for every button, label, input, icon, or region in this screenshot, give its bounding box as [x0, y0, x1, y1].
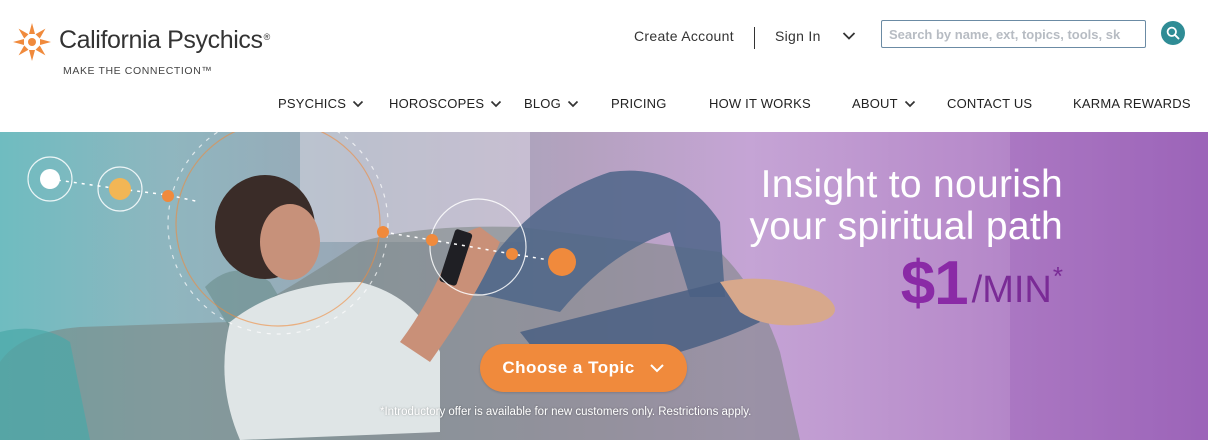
nav-item-pricing[interactable]: PRICING	[611, 96, 667, 111]
choose-topic-label: Choose a Topic	[502, 358, 635, 377]
sign-in-link[interactable]: Sign In	[775, 28, 821, 48]
headline-line-2: your spiritual path	[749, 205, 1063, 248]
headline-line-1: Insight to nourish	[760, 163, 1063, 206]
chevron-down-icon[interactable]	[842, 31, 856, 41]
chevron-down-icon	[491, 100, 502, 107]
brand-name: California Psychics®	[59, 26, 270, 54]
search-button[interactable]	[1161, 21, 1185, 45]
nav-item-horoscopes[interactable]: HOROSCOPES	[389, 96, 502, 111]
nav-item-label: PSYCHICS	[278, 96, 347, 111]
chevron-down-icon	[904, 100, 915, 107]
hero-banner: Insight to nourish your spiritual path $…	[0, 132, 1208, 440]
hero-headline: Insight to nourish your spiritual path	[749, 164, 1063, 248]
price-offer: $1 /MIN *	[900, 249, 1063, 318]
nav-item-how-it-works[interactable]: HOW IT WORKS	[709, 96, 811, 111]
site-header: California Psychics® MAKE THE CONNECTION…	[0, 0, 1208, 132]
nav-item-label: HOW IT WORKS	[709, 96, 811, 111]
nav-item-label: PRICING	[611, 96, 667, 111]
nav-item-contact-us[interactable]: CONTACT US	[947, 96, 1032, 111]
chevron-down-icon	[649, 364, 664, 373]
nav-item-psychics[interactable]: PSYCHICS	[278, 96, 364, 111]
create-account-link[interactable]: Create Account	[634, 28, 734, 48]
sunburst-logo-icon	[13, 23, 51, 61]
choose-topic-button[interactable]: Choose a Topic	[480, 344, 687, 392]
nav-item-label: HOROSCOPES	[389, 96, 485, 111]
chevron-down-icon	[567, 100, 579, 107]
nav-item-label: ABOUT	[852, 96, 898, 111]
price-asterisk: *	[1052, 261, 1063, 291]
brand-logo[interactable]: California Psychics® MAKE THE CONNECTION…	[12, 20, 312, 80]
header-divider	[754, 27, 755, 49]
nav-item-label: BLOG	[524, 96, 561, 111]
offer-disclaimer: *Introductory offer is available for new…	[380, 406, 752, 418]
search-icon	[1166, 26, 1180, 40]
chevron-down-icon	[352, 100, 364, 107]
nav-item-label: KARMA REWARDS	[1073, 96, 1191, 111]
brand-tagline: MAKE THE CONNECTION™	[63, 65, 213, 77]
nav-item-blog[interactable]: BLOG	[524, 96, 579, 111]
nav-item-label: CONTACT US	[947, 96, 1033, 111]
search-input[interactable]	[881, 20, 1146, 48]
nav-item-karma-rewards[interactable]: KARMA REWARDS	[1073, 96, 1191, 111]
main-nav: PSYCHICS HOROSCOPES BLOG PRICING HOW IT …	[0, 96, 1208, 116]
nav-item-about[interactable]: ABOUT	[852, 96, 916, 111]
price-unit: /MIN	[971, 269, 1052, 311]
price-amount: $1	[900, 249, 969, 318]
